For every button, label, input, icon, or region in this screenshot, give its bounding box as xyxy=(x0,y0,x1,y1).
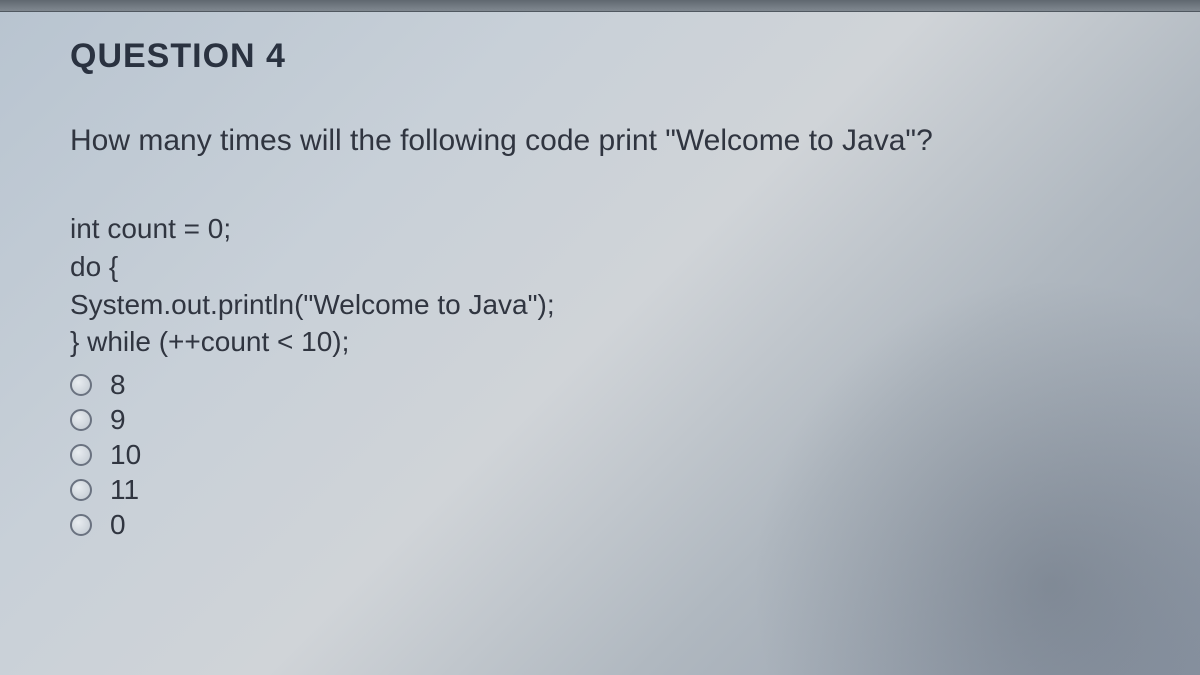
window-top-bar xyxy=(0,0,1200,12)
radio-icon[interactable] xyxy=(70,409,92,431)
question-container: QUESTION 4 How many times will the follo… xyxy=(0,12,1200,569)
option-row[interactable]: 0 xyxy=(70,509,1130,541)
option-label: 11 xyxy=(110,474,139,506)
radio-icon[interactable] xyxy=(70,444,92,466)
options-list: 8 9 10 11 0 xyxy=(70,369,1130,541)
option-label: 8 xyxy=(110,369,126,401)
question-title: QUESTION 4 xyxy=(70,37,1130,76)
option-label: 9 xyxy=(110,404,126,436)
code-line-1: int count = 0; xyxy=(70,210,1130,248)
option-row[interactable]: 11 xyxy=(70,474,1130,506)
option-label: 0 xyxy=(110,509,126,541)
option-row[interactable]: 9 xyxy=(70,404,1130,436)
code-line-2: do { xyxy=(70,248,1130,286)
radio-icon[interactable] xyxy=(70,479,92,501)
radio-icon[interactable] xyxy=(70,374,92,396)
code-line-4: } while (++count < 10); xyxy=(70,323,1130,361)
code-block: int count = 0; do { System.out.println("… xyxy=(70,210,1130,361)
option-row[interactable]: 8 xyxy=(70,369,1130,401)
radio-icon[interactable] xyxy=(70,514,92,536)
code-line-3: System.out.println("Welcome to Java"); xyxy=(70,286,1130,324)
option-row[interactable]: 10 xyxy=(70,439,1130,471)
option-label: 10 xyxy=(110,439,141,471)
question-prompt: How many times will the following code p… xyxy=(70,121,1130,160)
